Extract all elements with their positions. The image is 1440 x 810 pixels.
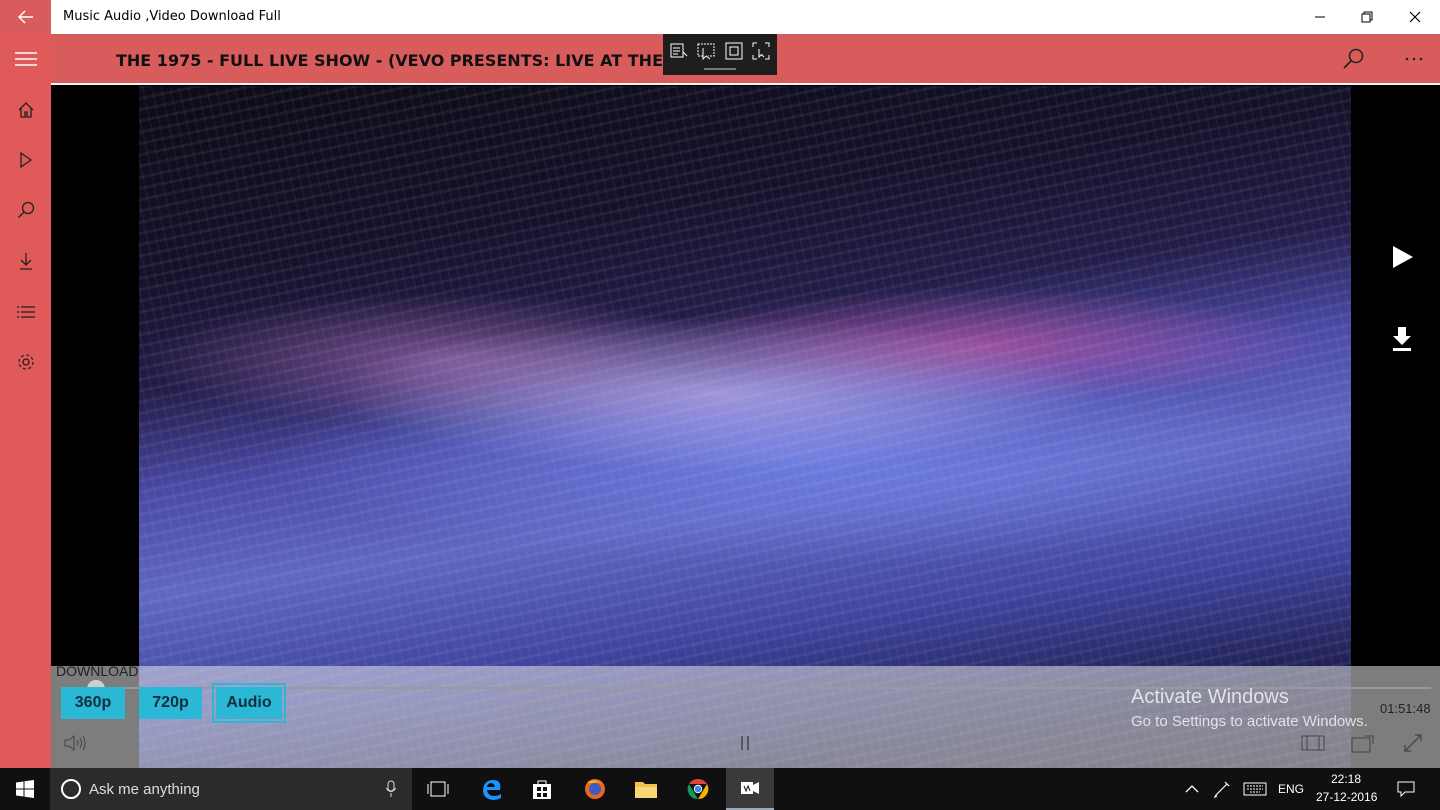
sidebar [0, 34, 51, 768]
cortana-icon [61, 779, 81, 799]
hamburger-icon [14, 52, 37, 66]
show-hidden-icons-icon[interactable] [1185, 784, 1199, 794]
aspect-ratio-button[interactable] [1299, 730, 1327, 756]
minimize-icon [1315, 16, 1325, 18]
taskbar: Ask me anything ENG 22:18 27-12-2016 [0, 768, 1440, 810]
sidebar-item-list[interactable] [0, 287, 51, 337]
gear-icon [17, 354, 34, 370]
store-icon [533, 780, 551, 799]
fullscreen-icon [1404, 734, 1422, 752]
player-controls: DOWNLOAD 360p 720p Audio Activate Window… [51, 663, 1440, 768]
watermark-line-2: Go to Settings to activate Windows. [1131, 713, 1368, 730]
back-button[interactable] [0, 0, 51, 34]
snip-toolbar [663, 34, 777, 75]
quality-360p-button[interactable]: 360p [61, 687, 125, 719]
cortana-search-box[interactable]: Ask me anything [50, 768, 412, 810]
cast-icon [1351, 735, 1374, 753]
activate-windows-watermark: Activate Windows Go to Settings to activ… [1131, 686, 1368, 730]
start-button[interactable] [0, 768, 50, 810]
clock-date[interactable]: 27-12-2016 [1316, 790, 1377, 804]
window-snip-icon[interactable] [695, 40, 719, 62]
rectangle-snip-icon[interactable] [722, 40, 746, 62]
clock-time[interactable]: 22:18 [1331, 772, 1361, 786]
close-button[interactable] [1392, 0, 1438, 34]
sidebar-item-downloads[interactable] [0, 236, 51, 286]
back-arrow-icon [17, 10, 33, 24]
close-icon [1409, 11, 1421, 23]
language-indicator[interactable]: ENG [1278, 782, 1304, 796]
snip-toolbar-grip[interactable] [704, 68, 736, 70]
firefox-icon [585, 779, 605, 799]
quality-720p-button[interactable]: 720p [139, 687, 202, 719]
taskbar-music-app-active[interactable] [726, 768, 774, 810]
play-icon [19, 152, 32, 168]
title-bar: Music Audio ,Video Download Full [0, 0, 1440, 34]
free-form-snip-icon[interactable] [667, 40, 691, 62]
sidebar-item-menu[interactable] [0, 34, 51, 84]
chrome-icon [687, 778, 709, 800]
volume-button[interactable] [61, 730, 89, 756]
more-icon [1405, 57, 1423, 61]
edge-icon [483, 780, 501, 800]
keyboard-icon[interactable] [1243, 782, 1267, 796]
search-placeholder: Ask me anything [89, 781, 200, 798]
sidebar-item-play[interactable] [0, 135, 51, 185]
taskbar-store[interactable] [518, 768, 566, 810]
video-title: THE 1975 - FULL LIVE SHOW - (VEVO PRESEN… [116, 51, 664, 70]
download-button[interactable] [1390, 325, 1414, 353]
sidebar-item-settings[interactable] [0, 337, 51, 387]
restore-icon [1361, 11, 1373, 23]
task-view-icon [427, 781, 449, 797]
download-icon [1393, 327, 1411, 351]
pause-button[interactable] [731, 730, 759, 756]
folder-icon [635, 782, 657, 798]
taskbar-chrome[interactable] [674, 768, 722, 810]
microphone-icon[interactable] [385, 780, 397, 798]
aspect-ratio-icon [1301, 735, 1325, 751]
action-center-icon[interactable] [1397, 781, 1415, 797]
volume-icon [64, 734, 86, 752]
more-button[interactable] [1396, 43, 1432, 75]
duration-label: 01:51:48 [1380, 701, 1431, 716]
minimize-button[interactable] [1297, 0, 1343, 34]
sidebar-item-home[interactable] [0, 85, 51, 135]
download-icon [19, 253, 32, 270]
download-label: DOWNLOAD [56, 663, 139, 679]
quality-audio-button[interactable]: Audio [212, 683, 286, 723]
task-view-button[interactable] [414, 768, 462, 810]
fullscreen-snip-icon[interactable] [750, 40, 774, 62]
play-icon [1393, 246, 1413, 268]
fullscreen-button[interactable] [1399, 730, 1427, 756]
music-app-icon [741, 782, 759, 794]
taskbar-firefox[interactable] [571, 768, 619, 810]
windows-logo-icon [16, 780, 34, 798]
cast-button[interactable] [1349, 730, 1377, 756]
taskbar-file-explorer[interactable] [622, 768, 670, 810]
search-icon [17, 201, 34, 219]
pause-icon [741, 736, 749, 750]
home-icon [18, 102, 33, 118]
pen-icon[interactable] [1213, 780, 1231, 798]
play-button[interactable] [1387, 242, 1417, 272]
list-icon [16, 306, 35, 318]
app-title: Music Audio ,Video Download Full [63, 9, 281, 24]
sidebar-item-search[interactable] [0, 185, 51, 235]
restore-button[interactable] [1344, 0, 1390, 34]
header-search-button[interactable] [1335, 43, 1371, 75]
search-icon [1343, 48, 1364, 69]
taskbar-edge[interactable] [468, 768, 516, 810]
watermark-line-1: Activate Windows [1131, 686, 1289, 708]
